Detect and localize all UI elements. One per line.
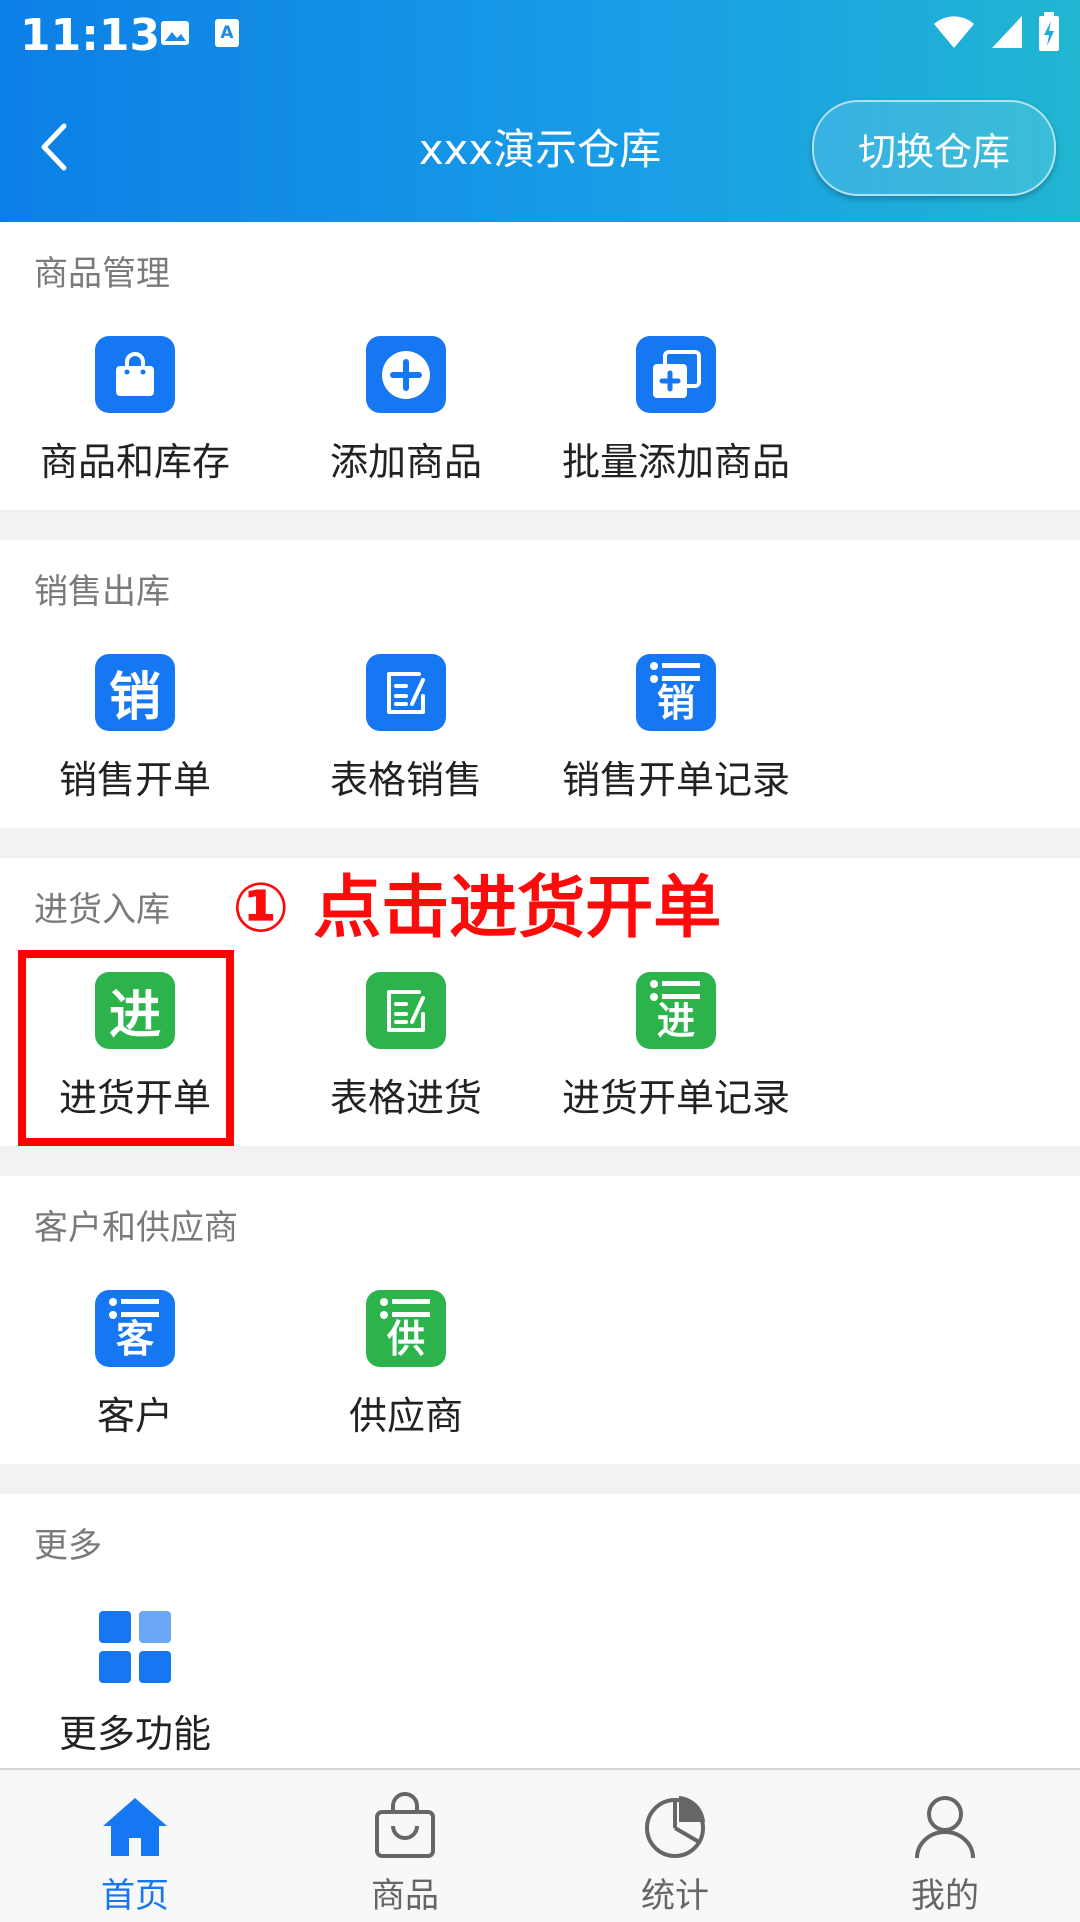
tab-profile[interactable]: 我的 bbox=[810, 1770, 1080, 1922]
tab-label: 统计 bbox=[641, 1876, 709, 1916]
form-edit-icon bbox=[366, 654, 446, 731]
item-label: 表格销售 bbox=[329, 758, 482, 802]
pie-chart-icon bbox=[645, 1796, 705, 1858]
icon-char: 销 bbox=[108, 668, 161, 728]
item-label: 添加商品 bbox=[329, 440, 482, 484]
section-title: 客户和供应商 bbox=[34, 1208, 238, 1248]
tutorial-annotation: ① 点击进货开单 bbox=[232, 869, 722, 948]
section-sales-outbound: 销售出库 销 销售开单 表格销售 销 销售开单记录 bbox=[0, 540, 1080, 828]
plus-circle-icon bbox=[366, 336, 446, 413]
form-sales-button[interactable]: 表格销售 bbox=[286, 654, 526, 804]
purchase-order-records-button[interactable]: 进 进货开单记录 bbox=[556, 972, 796, 1122]
add-product-button[interactable]: 添加商品 bbox=[286, 336, 526, 486]
sales-order-records-button[interactable]: 销 销售开单记录 bbox=[556, 654, 796, 804]
section-title: 商品管理 bbox=[34, 254, 170, 294]
highlight-box bbox=[18, 950, 234, 1146]
customer-button[interactable]: 客 客户 bbox=[15, 1290, 255, 1440]
icon-char: 客 bbox=[115, 1317, 154, 1361]
signal-icon bbox=[992, 16, 1022, 48]
switch-warehouse-button[interactable]: 切换仓库 bbox=[812, 100, 1056, 196]
sales-char-icon: 销 bbox=[95, 654, 175, 731]
grid-icon bbox=[95, 1608, 175, 1685]
section-customers-suppliers: 客户和供应商 客 客户 供 供应商 bbox=[0, 1176, 1080, 1464]
item-label: 销售开单记录 bbox=[561, 758, 790, 802]
icon-char: 供 bbox=[386, 1317, 425, 1361]
form-purchase-button[interactable]: 表格进货 bbox=[286, 972, 526, 1122]
wifi-icon bbox=[934, 16, 974, 48]
svg-text:A: A bbox=[220, 23, 234, 43]
shopping-bag-icon bbox=[375, 1792, 435, 1858]
image-icon bbox=[161, 21, 189, 45]
section-more: 更多 更多功能 bbox=[0, 1494, 1080, 1768]
item-label: 客户 bbox=[96, 1394, 173, 1438]
status-system-icons bbox=[932, 12, 1060, 52]
section-title: 销售出库 bbox=[34, 572, 170, 612]
item-label: 商品和库存 bbox=[39, 440, 230, 484]
item-label: 进货开单记录 bbox=[561, 1076, 790, 1120]
tab-label: 商品 bbox=[371, 1876, 439, 1916]
customer-list-icon: 客 bbox=[95, 1290, 175, 1367]
item-label: 供应商 bbox=[348, 1394, 463, 1438]
shopping-bag-icon bbox=[95, 336, 175, 413]
item-label: 批量添加商品 bbox=[561, 440, 790, 484]
app-bar: 11:13 A xxx演示仓库 切换仓库 bbox=[0, 0, 1080, 222]
tab-label: 首页 bbox=[101, 1876, 169, 1916]
sales-order-button[interactable]: 销 销售开单 bbox=[15, 654, 255, 804]
tab-statistics[interactable]: 统计 bbox=[540, 1770, 810, 1922]
user-icon bbox=[915, 1796, 975, 1859]
item-label: 表格进货 bbox=[329, 1076, 482, 1120]
batch-add-product-button[interactable]: 批量添加商品 bbox=[556, 336, 796, 486]
sales-list-icon: 销 bbox=[636, 654, 716, 731]
purchase-list-icon: 进 bbox=[636, 972, 716, 1049]
batch-add-icon bbox=[636, 336, 716, 413]
bottom-tab-bar: 首页 商品 统计 我的 bbox=[0, 1768, 1080, 1922]
item-label: 销售开单 bbox=[58, 758, 211, 802]
status-time: 11:13 bbox=[20, 10, 161, 61]
home-icon bbox=[103, 1798, 167, 1856]
icon-char: 进 bbox=[656, 999, 695, 1043]
item-label: 更多功能 bbox=[58, 1712, 211, 1756]
supplier-list-icon: 供 bbox=[366, 1290, 446, 1367]
product-inventory-button[interactable]: 商品和库存 bbox=[15, 336, 255, 486]
supplier-button[interactable]: 供 供应商 bbox=[286, 1290, 526, 1440]
form-edit-icon bbox=[366, 972, 446, 1049]
battery-icon bbox=[1039, 12, 1059, 51]
text-a-icon: A bbox=[215, 19, 239, 47]
tab-label: 我的 bbox=[911, 1876, 979, 1916]
section-title: 更多 bbox=[34, 1526, 102, 1566]
status-notification-icons: A bbox=[160, 18, 240, 48]
tab-home[interactable]: 首页 bbox=[0, 1770, 270, 1922]
icon-char: 销 bbox=[656, 681, 695, 725]
tab-products[interactable]: 商品 bbox=[270, 1770, 540, 1922]
more-features-button[interactable]: 更多功能 bbox=[15, 1608, 255, 1758]
section-product-management: 商品管理 商品和库存 添加商品 批量添加商品 bbox=[0, 222, 1080, 510]
section-title: 进货入库 bbox=[34, 890, 170, 930]
